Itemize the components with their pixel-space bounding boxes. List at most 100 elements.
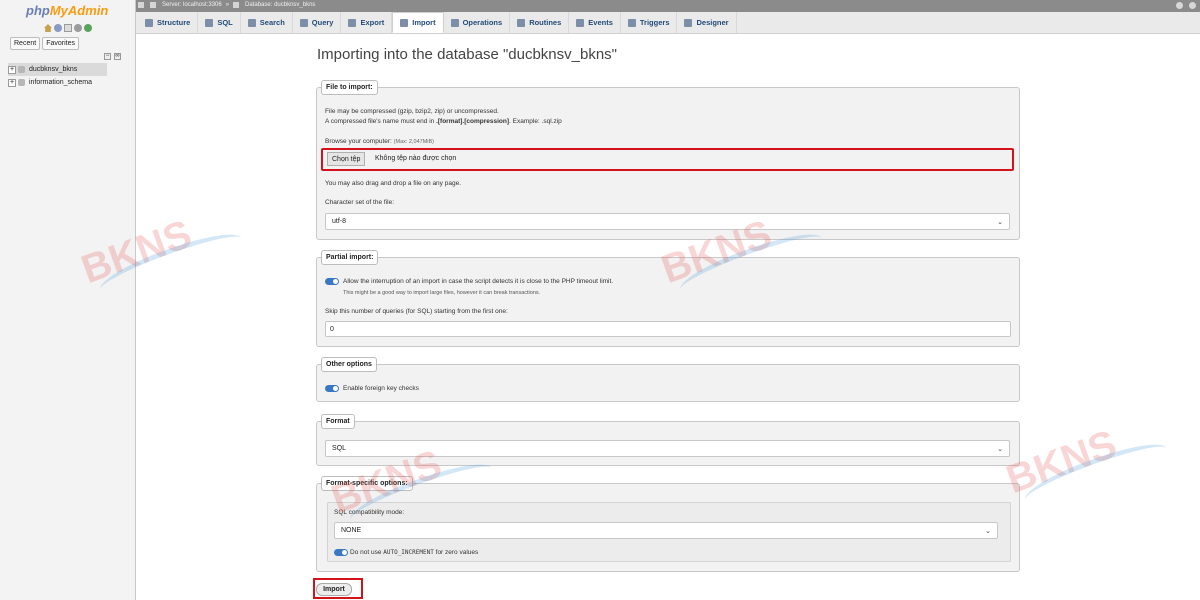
no-file-chosen-text: Không tệp nào được chọn xyxy=(375,155,457,162)
format-select[interactable]: SQL ⌄ xyxy=(325,440,1010,457)
tab-label: Operations xyxy=(462,18,503,27)
allow-interruption-toggle[interactable] xyxy=(325,278,339,285)
foreign-key-checks-toggle[interactable] xyxy=(325,385,339,392)
database-icon xyxy=(18,79,25,86)
top-breadcrumb-bar: Server: localhost:3306 » Database: ducbk… xyxy=(136,0,1200,12)
tab-label: Triggers xyxy=(639,18,670,27)
export-icon xyxy=(348,18,357,27)
collapse-icon[interactable] xyxy=(1189,2,1196,9)
tree-controls: − ∞ xyxy=(104,53,121,60)
tab-label: Structure xyxy=(157,18,191,27)
browse-label: Browse your computer: (Max: 2,047MiB) xyxy=(325,138,434,145)
tab-search[interactable]: Search xyxy=(241,12,293,33)
tab-label: Designer xyxy=(696,18,729,27)
breadcrumb-server[interactable]: Server: localhost:3306 xyxy=(162,2,222,8)
auto-increment-toggle[interactable] xyxy=(334,549,348,556)
sql-options-box: SQL compatibility mode: NONE ⌄ Do not us… xyxy=(327,502,1011,562)
designer-icon xyxy=(684,18,693,27)
tree-item-information-schema[interactable]: + information_schema xyxy=(8,76,107,89)
skip-queries-label: Skip this number of queries (for SQL) st… xyxy=(325,308,508,315)
sql-icon xyxy=(205,18,214,27)
tab-import[interactable]: Import xyxy=(392,12,444,33)
charset-value: utf-8 xyxy=(332,218,347,225)
topbar-controls xyxy=(1176,2,1196,9)
drag-drop-note: You may also drag and drop a file on any… xyxy=(325,180,461,187)
charset-label: Character set of the file: xyxy=(325,199,395,206)
server-icon xyxy=(150,2,156,8)
choose-file-button[interactable]: Chọn tệp xyxy=(327,152,366,166)
tab-triggers[interactable]: Triggers xyxy=(621,12,678,33)
auto-increment-post: for zero values xyxy=(433,549,479,556)
home-icon[interactable] xyxy=(44,24,52,32)
breadcrumb: Server: localhost:3306 » Database: ducbk… xyxy=(138,2,315,8)
sidebar-toolbar xyxy=(44,24,92,32)
skip-queries-input[interactable]: 0 xyxy=(325,321,1011,337)
tab-label: Import xyxy=(412,18,436,27)
tab-export[interactable]: Export xyxy=(341,12,393,33)
reload-icon[interactable] xyxy=(84,24,92,32)
auto-increment-pre: Do not use xyxy=(350,549,384,556)
expand-icon[interactable]: + xyxy=(8,78,16,87)
filename-note-bold: .[format].[compression] xyxy=(436,118,510,125)
import-button[interactable]: Import xyxy=(316,583,352,596)
settings-icon[interactable] xyxy=(1176,2,1183,9)
sql-compat-select[interactable]: NONE ⌄ xyxy=(334,522,998,539)
tab-label: SQL xyxy=(217,18,233,27)
tab-routines[interactable]: Routines xyxy=(510,12,570,33)
tab-label: Export xyxy=(360,18,385,27)
browse-label-text: Browse your computer: xyxy=(325,138,392,145)
query-icon xyxy=(299,18,308,27)
tab-label: Events xyxy=(588,18,613,27)
watermark-arc xyxy=(1020,434,1172,514)
chevron-down-icon: ⌄ xyxy=(985,527,991,535)
logout-icon[interactable] xyxy=(54,24,62,32)
settings-icon[interactable] xyxy=(74,24,82,32)
tab-sql[interactable]: SQL xyxy=(198,12,241,33)
collapse-arrow-icon[interactable] xyxy=(138,2,144,8)
import-icon xyxy=(400,18,409,27)
logo-php-text: php xyxy=(26,3,50,18)
tree-item-label: information_schema xyxy=(29,79,93,86)
format-section: Format SQL ⌄ xyxy=(316,414,1020,466)
tree-item-ducbknsv-bkns[interactable]: + ducbknsv_bkns xyxy=(8,63,108,76)
expand-icon[interactable]: + xyxy=(8,65,16,74)
phpmyadmin-logo[interactable]: phpMyAdmin xyxy=(26,3,108,18)
compression-note: File may be compressed (gzip, bzip2, zip… xyxy=(325,108,499,115)
tab-events[interactable]: Events xyxy=(569,12,621,33)
docs-icon[interactable] xyxy=(64,24,72,32)
breadcrumb-separator: » xyxy=(225,2,230,8)
tree-item-label: ducbknsv_bkns xyxy=(29,66,78,73)
other-options-section: Other options Enable foreign key checks xyxy=(316,357,1020,402)
favorites-button[interactable]: Favorites xyxy=(42,37,79,50)
logo-myadmin-text: MyAdmin xyxy=(49,3,109,18)
sql-compat-label: SQL compatibility mode: xyxy=(334,509,405,516)
wrench-icon xyxy=(450,18,459,27)
routines-icon xyxy=(517,18,526,27)
tab-designer[interactable]: Designer xyxy=(677,12,737,33)
collapse-all-icon[interactable]: − xyxy=(104,53,111,60)
tab-label: Search xyxy=(259,18,285,27)
tab-label: Routines xyxy=(529,18,562,27)
tab-query[interactable]: Query xyxy=(293,12,342,33)
database-tree: + ducbknsv_bkns + information_schema xyxy=(8,63,108,89)
navigation-sidebar: phpMyAdmin Recent Favorites − ∞ + ducbkn… xyxy=(0,0,136,600)
breadcrumb-database[interactable]: Database: ducbknsv_bkns xyxy=(245,2,315,8)
tab-structure[interactable]: Structure xyxy=(138,12,199,33)
recent-button[interactable]: Recent xyxy=(10,37,41,50)
structure-icon xyxy=(145,18,153,27)
format-specific-legend: Format-specific options: xyxy=(321,476,413,491)
allow-interruption-note: This might be a good way to import large… xyxy=(343,290,541,296)
link-icon[interactable]: ∞ xyxy=(114,53,121,60)
file-chooser-highlight: Chọn tệp Không tệp nào được chọn xyxy=(321,148,1014,171)
sql-compat-value: NONE xyxy=(341,527,362,534)
foreign-key-checks-label: Enable foreign key checks xyxy=(343,385,419,392)
auto-increment-label: Do not use AUTO_INCREMENT for zero value… xyxy=(350,549,478,556)
filename-note-post: . Example: .sql.zip xyxy=(509,118,562,125)
recent-favorites-tabs: Recent Favorites xyxy=(10,37,79,50)
format-specific-options-section: Format-specific options: SQL compatibili… xyxy=(316,476,1020,572)
chevron-down-icon: ⌄ xyxy=(997,445,1003,453)
tab-operations[interactable]: Operations xyxy=(444,12,511,33)
partial-import-section: Partial import: Allow the interruption o… xyxy=(316,250,1020,347)
charset-select[interactable]: utf-8 ⌄ xyxy=(325,213,1010,230)
database-tabs: Structure SQL Search Query Export Import… xyxy=(136,12,1200,34)
